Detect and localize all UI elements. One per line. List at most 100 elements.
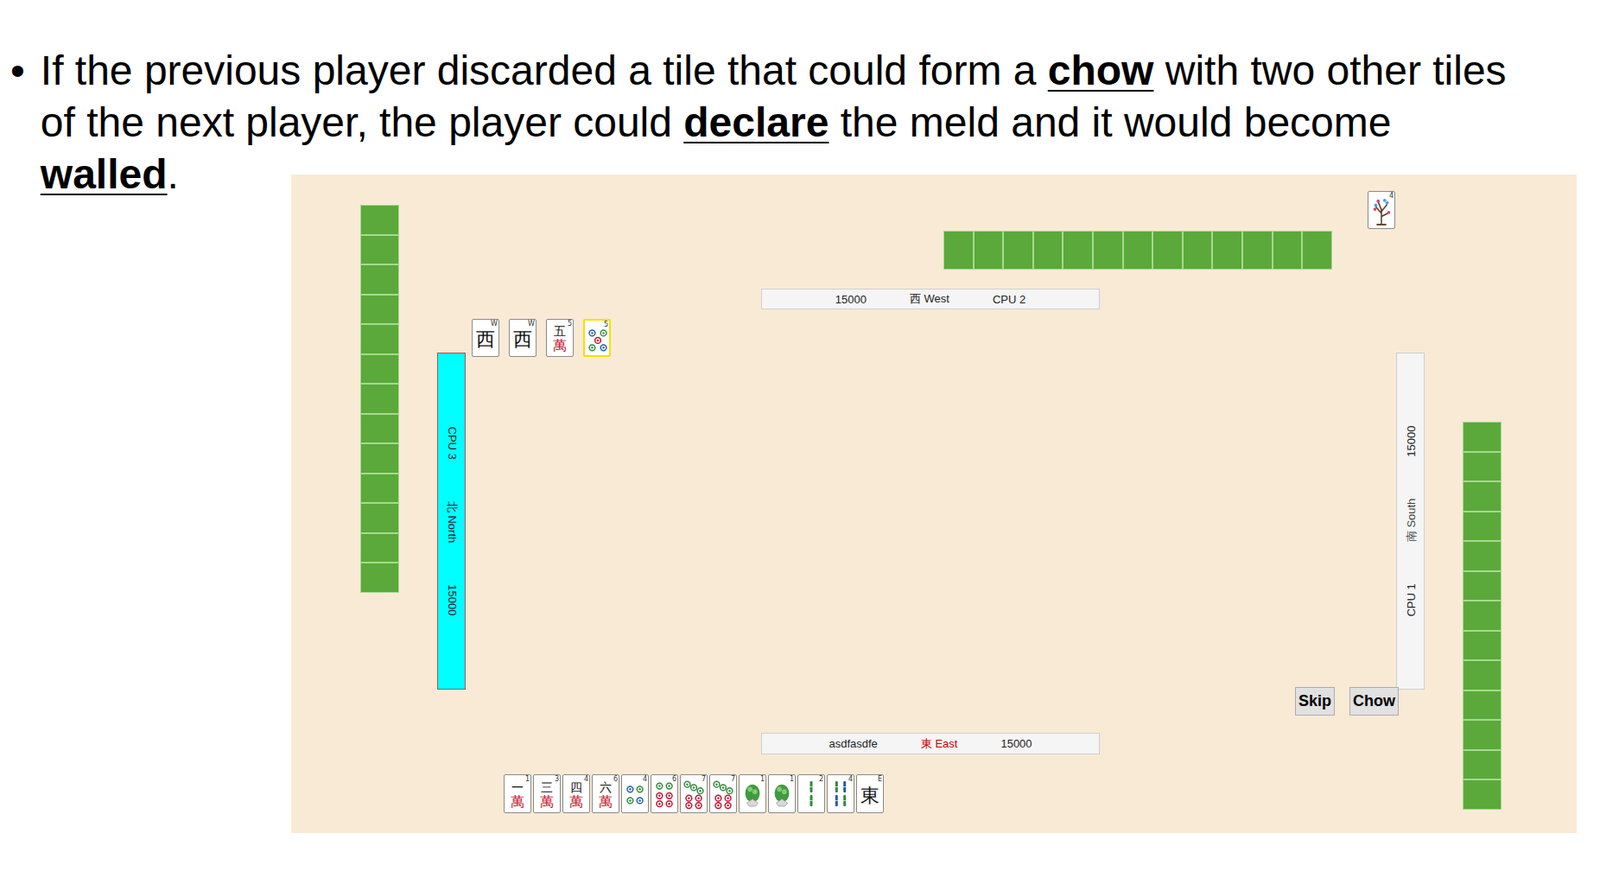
tile-rank: 五 bbox=[553, 324, 566, 338]
player-name: asdfasdfe bbox=[828, 736, 877, 750]
wall-tile bbox=[1062, 230, 1093, 270]
tile-index: 4 bbox=[642, 774, 648, 783]
mahjong-tile: W西 bbox=[471, 318, 500, 357]
tile-index: 3 bbox=[554, 774, 559, 783]
tile-index: 4 bbox=[584, 774, 589, 783]
wall-tile bbox=[1033, 230, 1064, 270]
wall-tile bbox=[1462, 719, 1502, 750]
emphasized-term: walled bbox=[40, 151, 168, 197]
wall-tile bbox=[360, 473, 400, 504]
wall-tile bbox=[1462, 630, 1502, 661]
tile-index: 4 bbox=[1389, 191, 1394, 200]
seat-wind: 東 East bbox=[920, 736, 959, 752]
wall-tile bbox=[360, 204, 400, 235]
mahjong-tile: 5五萬 bbox=[546, 318, 574, 357]
tile-rank: 一 bbox=[511, 780, 524, 794]
wall-tile bbox=[1462, 511, 1502, 542]
mahjong-tile: W西 bbox=[508, 318, 537, 357]
mahjong-tile[interactable]: 1一萬 bbox=[503, 774, 532, 813]
text-run: If the previous player discarded a tile … bbox=[40, 47, 1048, 94]
tile-index: 5 bbox=[603, 320, 609, 329]
mahjong-tile[interactable]: 6 bbox=[650, 774, 679, 813]
mahjong-tile[interactable]: 7 bbox=[709, 774, 737, 813]
tile-index: 1 bbox=[760, 774, 765, 783]
player-name: CPU 2 bbox=[992, 292, 1026, 306]
tile-index: 6 bbox=[613, 774, 618, 783]
wall-tile bbox=[360, 413, 400, 445]
wall-tile bbox=[1462, 749, 1502, 781]
mahjong-tile[interactable]: 7 bbox=[679, 774, 708, 813]
emphasized-term: chow bbox=[1047, 47, 1155, 94]
tile-rank: 三 bbox=[540, 780, 553, 794]
mahjong-tile[interactable]: 4 bbox=[826, 774, 855, 813]
player-points: 15000 bbox=[444, 584, 458, 616]
text-run: . bbox=[167, 151, 179, 197]
wall-tile bbox=[1152, 230, 1183, 270]
tile-face: 東 bbox=[860, 785, 880, 807]
tile-index: 1 bbox=[789, 774, 794, 783]
wall-tile bbox=[1212, 230, 1243, 270]
player-name: CPU 3 bbox=[444, 426, 458, 460]
player-info-bar: asdfasdfe 東 East 15000 bbox=[761, 732, 1100, 755]
tile-index: 5 bbox=[567, 319, 572, 328]
wall-tile bbox=[1182, 230, 1213, 270]
wall-tile bbox=[1462, 540, 1502, 572]
chow-button[interactable]: Chow bbox=[1349, 686, 1399, 716]
player-info-text: CPU 3北 North15000 bbox=[438, 353, 465, 689]
tile-index: 2 bbox=[819, 774, 824, 783]
mahjong-tile[interactable]: 1 bbox=[768, 774, 796, 813]
wall-tile bbox=[1272, 230, 1303, 270]
tile-suit: 萬 bbox=[539, 793, 554, 810]
tile-wall bbox=[943, 230, 1333, 270]
tile-index: 1 bbox=[525, 774, 530, 783]
tile-wall bbox=[360, 204, 400, 593]
wall-tile bbox=[360, 264, 400, 295]
wall-tile bbox=[360, 383, 400, 414]
mahjong-tile[interactable]: 4 bbox=[621, 774, 649, 813]
wall-tile bbox=[360, 533, 400, 564]
tile-index: 4 bbox=[848, 774, 853, 783]
wall-tile bbox=[360, 562, 400, 593]
wall-tile bbox=[360, 234, 400, 266]
player-hand: 1一萬3三萬4四萬6六萬46771124E東 bbox=[503, 774, 884, 813]
tile-suit: 萬 bbox=[552, 337, 567, 354]
tile-index: W bbox=[527, 319, 535, 328]
wall-tile bbox=[1462, 571, 1502, 602]
mahjong-tile: 5 bbox=[583, 318, 611, 357]
player-points: 15000 bbox=[1000, 736, 1032, 750]
wall-tile bbox=[360, 294, 400, 325]
player-points: 15000 bbox=[1403, 425, 1417, 457]
action-buttons: Skip Chow bbox=[1295, 686, 1399, 716]
skip-button[interactable]: Skip bbox=[1295, 686, 1335, 716]
declared-meld: W西W西5五萬5 bbox=[471, 318, 611, 357]
seat-wind: 西 West bbox=[909, 291, 950, 307]
tile-suit: 萬 bbox=[569, 793, 584, 810]
tile-suit: 萬 bbox=[598, 793, 613, 810]
tile-rank: 四 bbox=[570, 780, 583, 794]
mahjong-tile[interactable]: 1 bbox=[738, 774, 767, 813]
seat-wind: 南 South bbox=[1403, 498, 1419, 543]
mahjong-tile: 4 bbox=[1367, 190, 1396, 229]
wall-tile bbox=[360, 502, 400, 534]
tile-face: 西 bbox=[476, 329, 496, 350]
wall-tile bbox=[360, 443, 400, 474]
wall-tile bbox=[1462, 660, 1502, 691]
mahjong-tile[interactable]: 6六萬 bbox=[591, 774, 620, 813]
mahjong-tile[interactable]: 2 bbox=[797, 774, 826, 813]
player-info-text: CPU 1南 South15000 bbox=[1396, 353, 1424, 689]
mahjong-tile[interactable]: E東 bbox=[856, 774, 884, 813]
tile-suit: 萬 bbox=[510, 793, 525, 810]
wall-tile bbox=[360, 323, 400, 355]
tile-index: W bbox=[490, 319, 498, 328]
bullet-text: If the previous player discarded a tile … bbox=[40, 44, 1510, 175]
mahjong-tile[interactable]: 3三萬 bbox=[533, 774, 561, 813]
wall-tile bbox=[1123, 230, 1154, 270]
game-board: 4W西W西5五萬51一萬3三萬4四萬6六萬46771124E東15000西 We… bbox=[291, 174, 1577, 833]
wall-tile bbox=[1462, 779, 1502, 810]
emphasized-term: declare bbox=[683, 99, 829, 146]
tile-rank: 六 bbox=[599, 780, 612, 794]
wall-tile bbox=[1462, 600, 1502, 631]
tile-wall bbox=[1462, 421, 1502, 810]
mahjong-tile[interactable]: 4四萬 bbox=[562, 774, 591, 813]
player-info-bar: CPU 1南 South15000 bbox=[1396, 352, 1425, 690]
